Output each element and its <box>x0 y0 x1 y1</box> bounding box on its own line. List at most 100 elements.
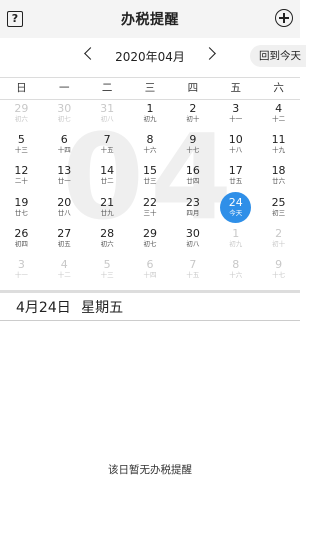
calendar-day[interactable]: 21 廿九 <box>86 192 129 223</box>
back-to-today-button[interactable]: 回到今天 <box>250 45 306 67</box>
lunar-date: 十一 <box>14 270 28 279</box>
calendar-day[interactable]: 29 初七 <box>129 223 172 254</box>
calendar-day[interactable]: 12 二十 <box>0 160 43 191</box>
calendar-day-selected[interactable]: 24 今天 <box>214 191 257 223</box>
lunar-date: 初四 <box>14 239 28 248</box>
day-number: 6 <box>60 133 68 147</box>
calendar-day[interactable]: 7 十五 <box>86 129 129 160</box>
lunar-date: 十五 <box>186 270 200 279</box>
lunar-date: 廿一 <box>57 177 71 186</box>
calendar-day[interactable]: 15 廿三 <box>129 160 172 191</box>
day-number: 24 <box>228 195 243 209</box>
day-number: 25 <box>271 195 286 209</box>
calendar-day[interactable]: 8 十六 <box>214 254 257 285</box>
weekday-label: 六 <box>273 82 284 94</box>
calendar-day[interactable]: 25 初三 <box>257 192 300 223</box>
lunar-date: 初六 <box>100 239 114 248</box>
lunar-date: 初十 <box>186 115 200 123</box>
app-header: ? 办税提醒 <box>0 0 300 38</box>
calendar-day[interactable]: 26 初四 <box>0 223 43 254</box>
calendar-day[interactable]: 27 初五 <box>43 223 86 254</box>
calendar-day[interactable]: 8 十六 <box>129 129 172 160</box>
calendar-day[interactable]: 2 初十 <box>171 98 214 129</box>
day-number: 30 <box>57 102 72 115</box>
calendar-day[interactable]: 2 初十 <box>257 223 300 254</box>
day-number: 10 <box>228 133 243 147</box>
calendar-day[interactable]: 5 十三 <box>86 254 129 285</box>
day-number: 5 <box>17 133 25 147</box>
calendar-day[interactable]: 6 十四 <box>43 129 86 160</box>
lunar-date: 初九 <box>143 115 157 123</box>
calendar-day[interactable]: 1 初九 <box>214 223 257 254</box>
day-number: 15 <box>142 164 157 178</box>
calendar-day[interactable]: 20 廿八 <box>43 192 86 223</box>
lunar-date: 廿九 <box>100 208 114 217</box>
calendar-day[interactable]: 16 廿四 <box>171 160 214 191</box>
day-number: 30 <box>185 226 200 240</box>
calendar-day[interactable]: 11 十九 <box>257 129 300 160</box>
lunar-date: 四月 <box>186 208 200 217</box>
lunar-date: 廿八 <box>57 208 71 217</box>
empty-state-message: 该日暂无办税提醒 <box>108 464 192 476</box>
lunar-date: 十二 <box>272 115 286 123</box>
calendar-day[interactable]: 9 十七 <box>171 129 214 160</box>
lunar-date: 初八 <box>100 115 114 123</box>
lunar-date: 今天 <box>229 208 243 217</box>
day-number: 8 <box>146 133 154 147</box>
calendar-day[interactable]: 6 十四 <box>129 254 172 285</box>
day-number: 12 <box>14 164 29 178</box>
lunar-date: 初十 <box>272 239 286 248</box>
divider <box>0 290 300 293</box>
day-number: 19 <box>14 195 29 209</box>
day-number: 27 <box>57 226 72 240</box>
calendar-day[interactable]: 13 廿一 <box>43 160 86 191</box>
day-number: 29 <box>14 102 29 115</box>
plus-circle-icon[interactable] <box>275 9 293 27</box>
lunar-date: 十三 <box>100 270 114 279</box>
calendar-day[interactable]: 1 初九 <box>129 98 172 129</box>
calendar-day[interactable]: 19 廿七 <box>0 192 43 223</box>
lunar-date: 十七 <box>272 270 286 279</box>
calendar-day[interactable]: 18 廿六 <box>257 160 300 191</box>
calendar-day[interactable]: 7 十五 <box>171 254 214 285</box>
lunar-date: 十六 <box>143 146 157 155</box>
calendar-day[interactable]: 10 十八 <box>214 129 257 160</box>
day-number: 3 <box>17 257 25 271</box>
calendar-day[interactable]: 28 初六 <box>86 223 129 254</box>
calendar-day[interactable]: 9 十七 <box>257 254 300 285</box>
calendar-day[interactable]: 17 廿五 <box>214 160 257 191</box>
calendar-day[interactable]: 23 四月 <box>171 192 214 223</box>
calendar-day[interactable]: 30 初七 <box>43 98 86 129</box>
page-title: 办税提醒 <box>121 12 179 28</box>
calendar-day[interactable]: 4 十二 <box>43 254 86 285</box>
calendar-day[interactable]: 31 初八 <box>86 98 129 129</box>
weekday-label: 二 <box>101 82 113 94</box>
calendar-day[interactable]: 14 廿二 <box>86 160 129 191</box>
lunar-date: 初五 <box>57 239 71 248</box>
calendar-day[interactable]: 22 三十 <box>129 192 172 223</box>
month-navigation: 2020年04月 回到今天 <box>0 42 306 70</box>
day-number: 29 <box>142 226 157 240</box>
weekday-label: 五 <box>230 82 241 94</box>
lunar-date: 初七 <box>143 239 157 248</box>
calendar-day[interactable]: 3 十一 <box>214 98 257 129</box>
lunar-date: 十九 <box>272 146 286 155</box>
calendar-day[interactable]: 3 十一 <box>0 254 43 285</box>
lunar-date: 二十 <box>14 177 28 186</box>
selected-date-label: 4月24日 星期五 <box>16 300 124 316</box>
lunar-date: 初七 <box>57 115 71 123</box>
lunar-date: 十一 <box>229 115 243 123</box>
calendar-day[interactable]: 30 初八 <box>171 223 214 254</box>
day-number: 22 <box>142 195 157 209</box>
weekday-label: 日 <box>16 82 27 94</box>
calendar-day[interactable]: 29 初六 <box>0 98 43 129</box>
lunar-date: 十四 <box>57 146 71 155</box>
day-number: 7 <box>189 257 197 271</box>
weekday-label: 三 <box>144 82 156 94</box>
calendar-day[interactable]: 5 十三 <box>0 129 43 160</box>
day-number: 13 <box>57 164 72 178</box>
lunar-date: 十八 <box>229 146 243 155</box>
calendar-day[interactable]: 4 十二 <box>257 98 300 129</box>
day-number: 1 <box>146 102 154 115</box>
lunar-date: 廿七 <box>14 208 28 217</box>
